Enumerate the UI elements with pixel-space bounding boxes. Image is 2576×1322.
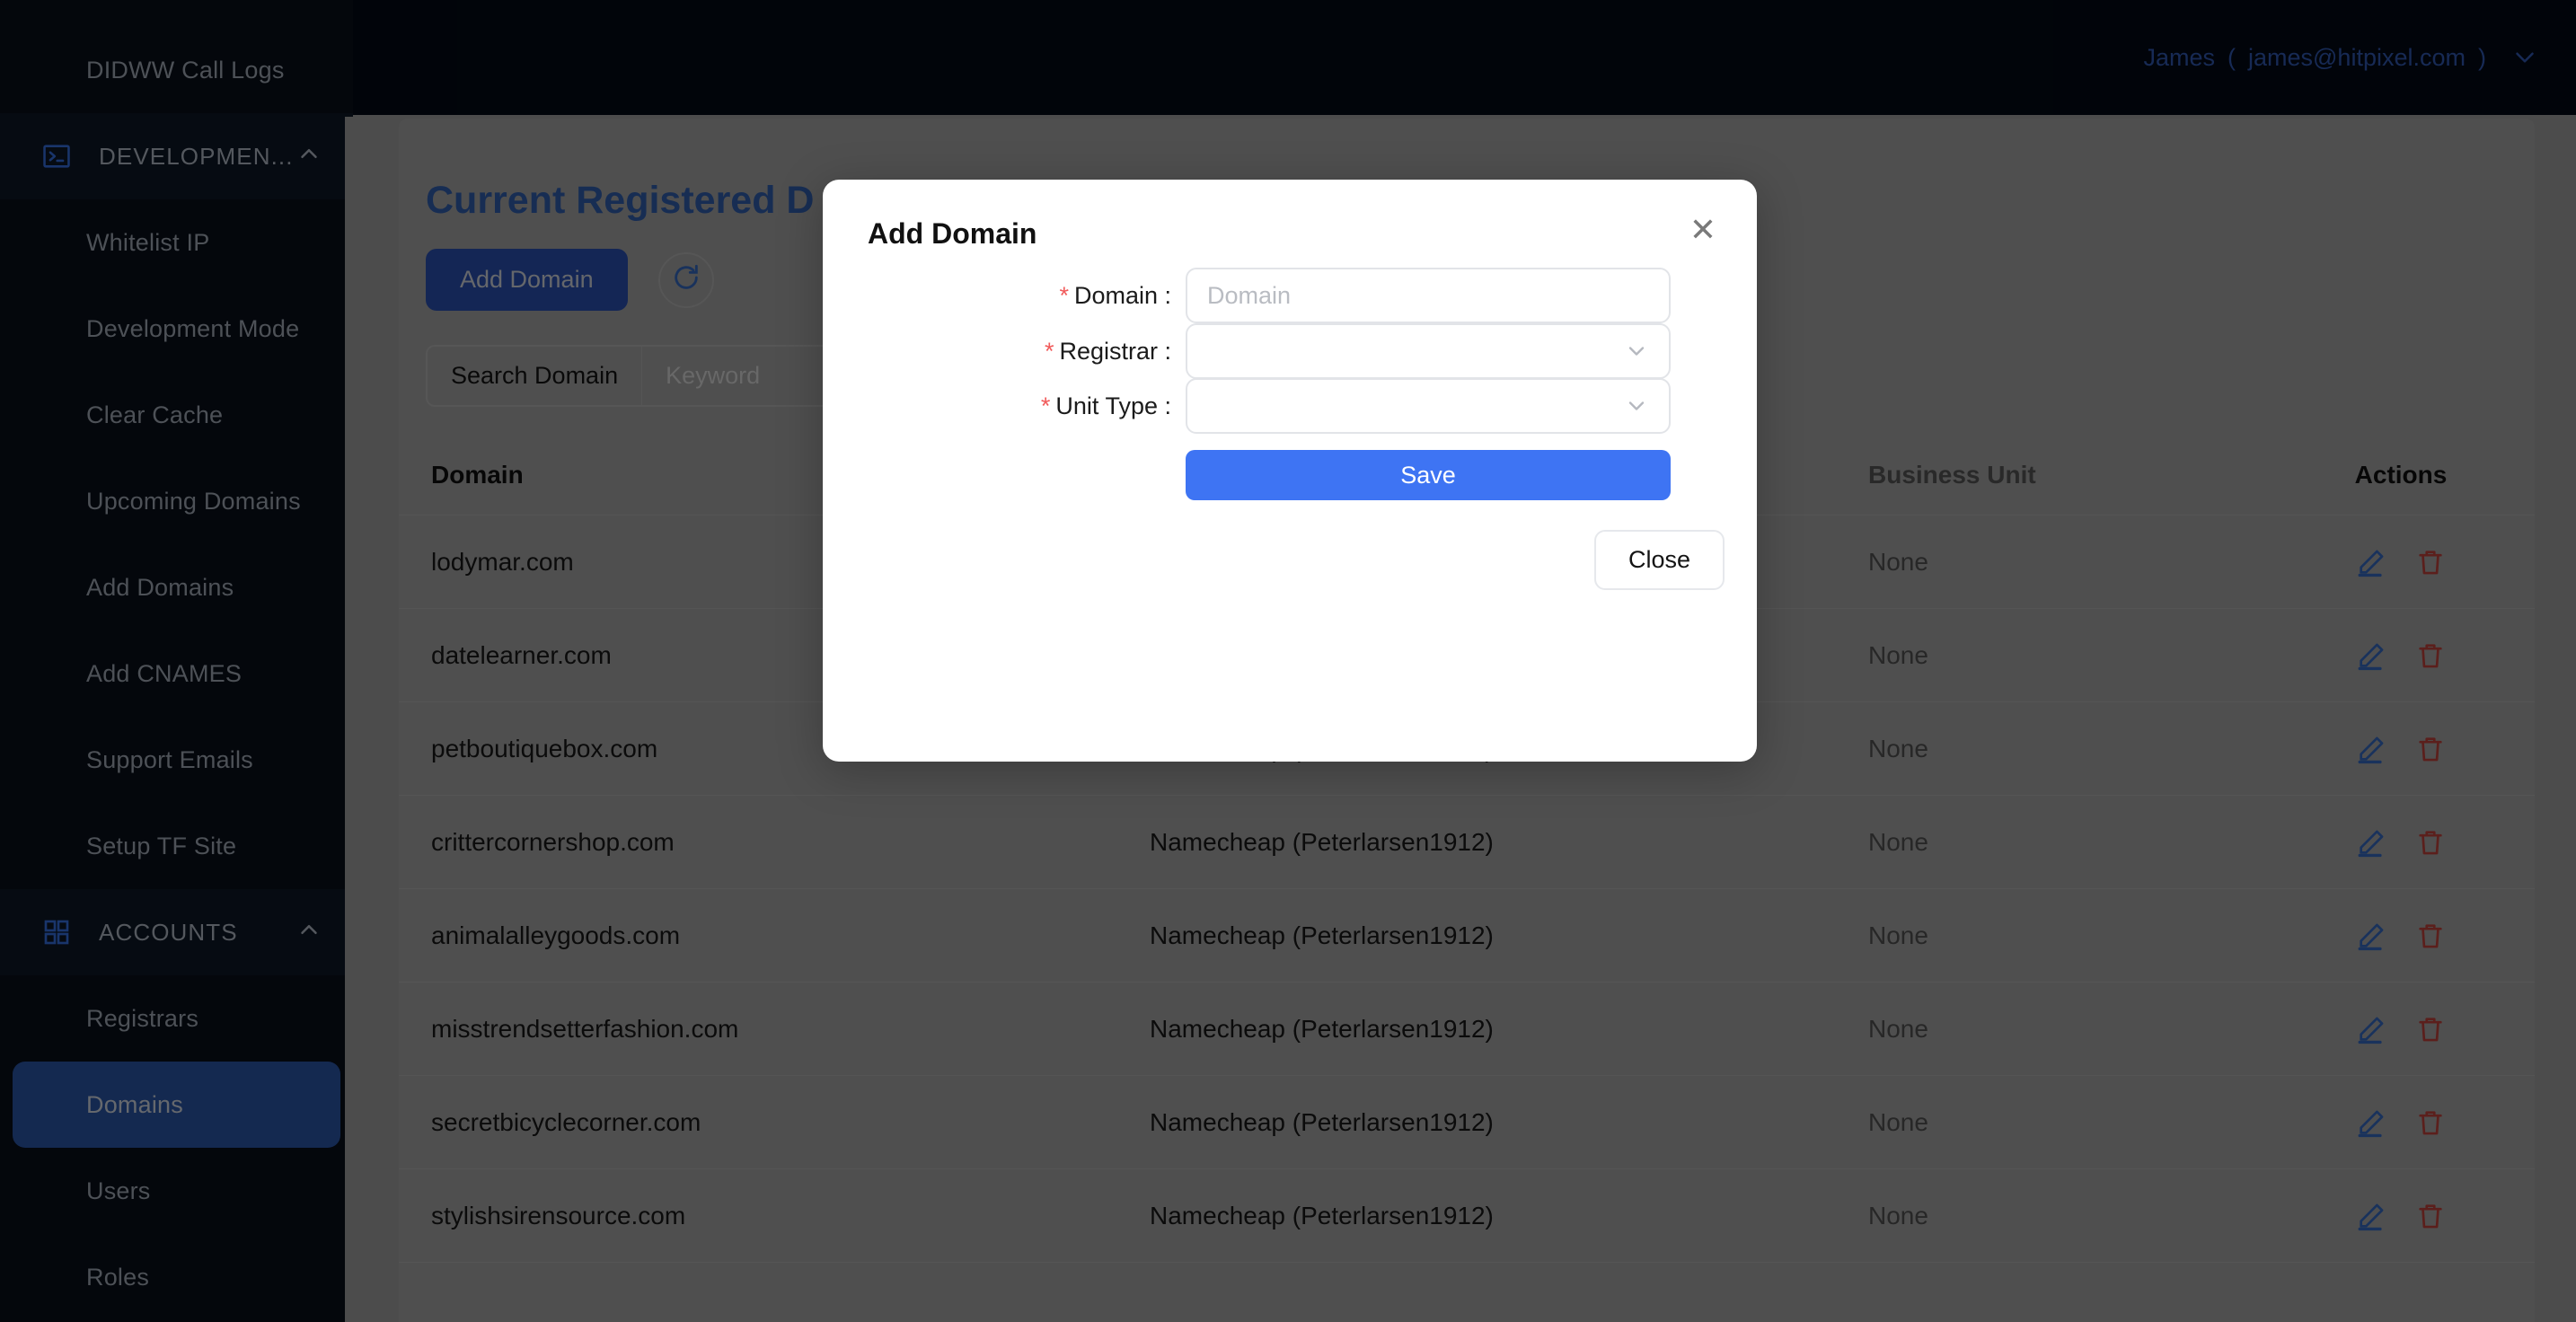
save-button[interactable]: Save — [1186, 450, 1671, 500]
app-root: DIDWW Call Logs DEVELOPMEN... Whitelist … — [0, 0, 2576, 1322]
domain-input-wrapper — [1186, 268, 1671, 323]
label-text: Domain : — [1073, 281, 1171, 309]
modal-title: Add Domain — [868, 217, 1037, 250]
label-text: Unit Type : — [1055, 392, 1171, 419]
close-icon[interactable]: ✕ — [1681, 208, 1725, 251]
add-domain-modal: Add Domain ✕ *Domain : *Registrar : — [823, 180, 1757, 762]
required-asterisk: * — [1059, 281, 1069, 309]
chevron-down-icon — [1624, 393, 1649, 419]
registrar-field-label: * Registrar : — [823, 338, 1186, 366]
close-button[interactable]: Close — [1593, 530, 1725, 590]
field-row-registrar: * Registrar : — [823, 323, 1757, 379]
field-row-domain: * Domain : — [823, 268, 1757, 323]
unit-type-select[interactable] — [1186, 378, 1671, 434]
label-text: Registrar : — [1059, 337, 1171, 365]
chevron-down-icon — [1624, 339, 1649, 364]
required-asterisk: * — [1044, 337, 1054, 365]
unit-type-field-label: * Unit Type : — [823, 392, 1186, 420]
field-row-unit-type: * Unit Type : — [823, 378, 1757, 434]
domain-input[interactable] — [1207, 281, 1649, 310]
domain-field-label: * Domain : — [823, 282, 1186, 310]
required-asterisk: * — [1040, 392, 1051, 419]
registrar-select[interactable] — [1186, 323, 1671, 379]
